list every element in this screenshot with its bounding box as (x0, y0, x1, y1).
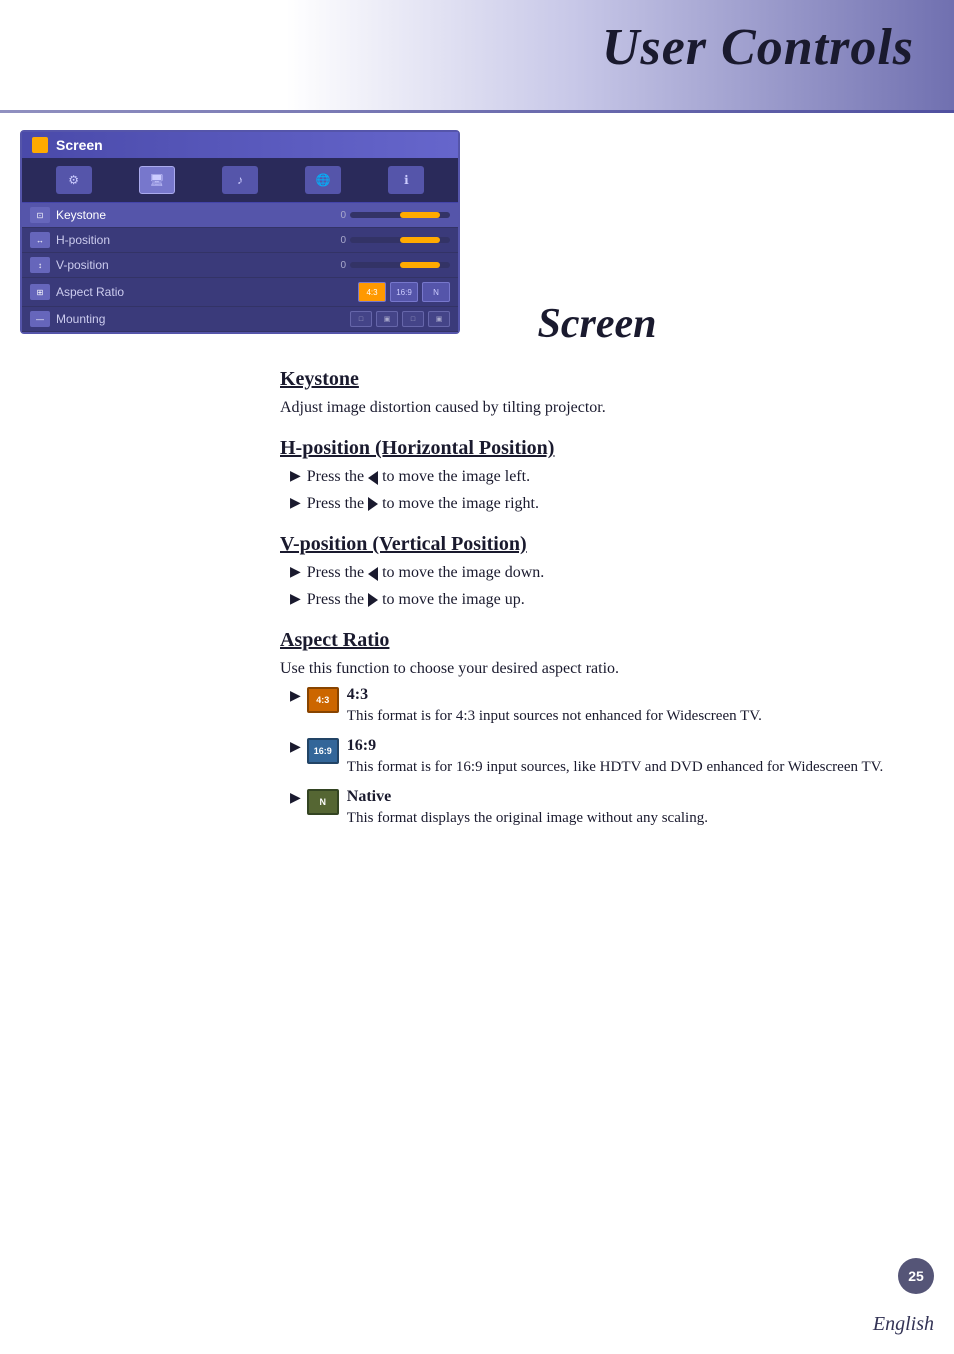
osd-title-icon (32, 137, 48, 153)
keystone-label: Keystone (56, 208, 253, 222)
aspectratio-body: Use this function to choose your desired… (270, 658, 924, 680)
hposition-icon: ↔ (30, 232, 50, 248)
header-underline (0, 110, 954, 113)
main-content: Screen Keystone Adjust image distortion … (270, 120, 924, 839)
arrow-right-icon-2 (368, 593, 378, 607)
vposition-bullet-2-text: Press the to move the image up. (307, 589, 525, 611)
arrow-left-icon (368, 471, 378, 485)
page-number-badge: 25 (898, 1258, 934, 1294)
aspect-item-169: ▶ 16:9 16:9 This format is for 16:9 inpu… (270, 737, 924, 778)
aspect-43-label: 4:3 (347, 686, 924, 704)
keystone-body: Adjust image distortion caused by tiltin… (270, 397, 924, 419)
aspect-native-content: Native This format displays the original… (347, 788, 924, 829)
page-title: User Controls (602, 18, 914, 77)
osd-icon-audio: ♪ (222, 166, 258, 194)
hposition-bullet-1-text: Press the to move the image left. (307, 466, 530, 488)
bullet-arrow-icon-2: ▶ (290, 495, 301, 512)
vposition-icon: ↕ (30, 257, 50, 273)
hposition-label: H-position (56, 233, 253, 247)
aspect-169-display-icon: 16:9 (307, 738, 339, 764)
aspect-169-desc: This format is for 16:9 input sources, l… (347, 757, 924, 778)
vposition-bullet-1: ▶ Press the to move the image down. (270, 562, 924, 584)
aspect-43-content: 4:3 This format is for 4:3 input sources… (347, 686, 924, 727)
bullet-arrow-icon-3: ▶ (290, 564, 301, 581)
arrow-right-icon (368, 497, 378, 511)
aspectratio-icon: ⊞ (30, 284, 50, 300)
vposition-label: V-position (56, 258, 253, 272)
aspect-native-desc: This format displays the original image … (347, 808, 924, 829)
keystone-icon: ⊡ (30, 207, 50, 223)
heading-hposition: H-position (Horizontal Position) (270, 437, 924, 460)
language-label: English (873, 1313, 934, 1336)
heading-keystone: Keystone (270, 368, 924, 391)
aspect-169-label: 16:9 (347, 737, 924, 755)
bullet-arrow-icon-4: ▶ (290, 591, 301, 608)
vposition-bullet-2: ▶ Press the to move the image up. (270, 589, 924, 611)
hposition-bullet-1: ▶ Press the to move the image left. (270, 466, 924, 488)
aspect-native-label: Native (347, 788, 924, 806)
osd-icon-settings: ⚙ (56, 166, 92, 194)
osd-icon-screen: 🖥 (139, 166, 175, 194)
vposition-bullet-1-text: Press the to move the image down. (307, 562, 545, 584)
arrow-left-icon-2 (368, 567, 378, 581)
mounting-icon: — (30, 311, 50, 327)
bullet-arrow-icon: ▶ (290, 468, 301, 485)
aspect-item-43: ▶ 4:3 4:3 This format is for 4:3 input s… (270, 686, 924, 727)
heading-aspectratio: Aspect Ratio (270, 629, 924, 652)
aspect-arrow-native: ▶ (290, 790, 301, 807)
aspect-169-content: 16:9 This format is for 16:9 input sourc… (347, 737, 924, 778)
page-number: 25 (908, 1268, 924, 1284)
aspect-arrow-169: ▶ (290, 739, 301, 756)
aspect-43-desc: This format is for 4:3 input sources not… (347, 706, 924, 727)
hposition-bullet-2: ▶ Press the to move the image right. (270, 493, 924, 515)
aspect-43-display-icon: 4:3 (307, 687, 339, 713)
section-title: Screen (270, 300, 924, 348)
heading-vposition: V-position (Vertical Position) (270, 533, 924, 556)
hposition-bullet-2-text: Press the to move the image right. (307, 493, 539, 515)
aspect-native-display-icon: N (307, 789, 339, 815)
aspect-arrow-43: ▶ (290, 688, 301, 705)
aspect-item-native: ▶ N Native This format displays the orig… (270, 788, 924, 829)
osd-title-text: Screen (56, 137, 103, 153)
